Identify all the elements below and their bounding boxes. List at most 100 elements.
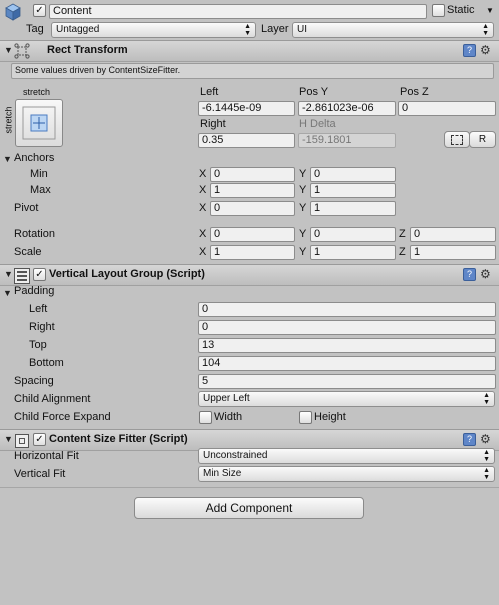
padding-right-label: Right xyxy=(29,321,55,333)
gameobject-header: ✓ Content Static ▼ Tag Untagged ▲ ▼ Layer… xyxy=(0,0,499,40)
gear-icon[interactable]: ⚙ xyxy=(480,43,491,57)
vertical-layout-enabled-checkbox[interactable]: ✓ xyxy=(33,268,46,281)
tag-dropdown-arrows-icon: ▲ ▼ xyxy=(244,23,251,37)
vertical-fit-dropdown[interactable]: Min Size ▲ ▼ xyxy=(198,466,495,482)
vertical-layout-title: Vertical Layout Group (Script) xyxy=(49,268,205,280)
posy-field[interactable]: -2.861023e-06 xyxy=(298,101,396,116)
scale-y-field[interactable]: 1 xyxy=(310,245,396,260)
gameobject-cube-icon xyxy=(4,3,22,21)
tag-label: Tag xyxy=(26,23,44,35)
layer-label: Layer xyxy=(261,23,289,35)
posz-field[interactable]: 0 xyxy=(398,101,496,116)
padding-left-label: Left xyxy=(29,303,48,315)
layer-dropdown[interactable]: UI ▲ ▼ xyxy=(292,22,494,38)
max-y-field[interactable]: 1 xyxy=(310,183,396,198)
hdelta-label: H Delta xyxy=(299,118,336,130)
padding-left-field[interactable]: 0 xyxy=(198,302,496,317)
rect-transform-foldout-icon[interactable]: ▼ xyxy=(4,45,13,55)
right-label: Right xyxy=(200,118,226,130)
content-size-fitter-icon xyxy=(15,434,29,448)
rotation-y-label: Y xyxy=(299,228,307,240)
content-size-fitter-enabled-checkbox[interactable]: ✓ xyxy=(33,433,46,446)
driven-values-note: Some values driven by ContentSizeFitter. xyxy=(11,63,494,79)
rect-transform-header[interactable]: ▼ Rect Transform ? ⚙ xyxy=(0,40,499,62)
rotation-y-field[interactable]: 0 xyxy=(310,227,396,242)
anchors-foldout-icon[interactable]: ▼ xyxy=(3,154,12,164)
padding-top-field[interactable]: 13 xyxy=(198,338,496,353)
tag-value: Untagged xyxy=(56,24,100,35)
rect-transform-icon xyxy=(14,43,30,59)
tag-dropdown[interactable]: Untagged ▲ ▼ xyxy=(51,22,256,38)
content-size-fitter-title: Content Size Fitter (Script) xyxy=(49,433,188,445)
child-alignment-arrows-icon: ▲ ▼ xyxy=(483,392,490,406)
horizontal-fit-value: Unconstrained xyxy=(203,450,268,461)
rotation-x-field[interactable]: 0 xyxy=(210,227,295,242)
scale-z-field[interactable]: 1 xyxy=(410,245,496,260)
scale-x-field[interactable]: 1 xyxy=(210,245,295,260)
force-expand-width-checkbox[interactable] xyxy=(199,411,212,424)
blueprint-mode-button[interactable] xyxy=(444,131,470,148)
add-component-button[interactable]: Add Component xyxy=(134,497,364,519)
posy-label: Pos Y xyxy=(299,86,329,98)
anchor-presets-button[interactable] xyxy=(15,99,63,147)
min-y-field[interactable]: 0 xyxy=(310,167,396,182)
padding-bottom-field[interactable]: 104 xyxy=(198,356,496,371)
max-x-field[interactable]: 1 xyxy=(210,183,295,198)
child-alignment-label: Child Alignment xyxy=(14,393,91,405)
vertical-fit-arrows-icon: ▲ ▼ xyxy=(483,467,490,481)
rotation-label: Rotation xyxy=(14,228,55,240)
padding-right-field[interactable]: 0 xyxy=(198,320,496,335)
force-expand-height-checkbox[interactable] xyxy=(299,411,312,424)
vertical-layout-header[interactable]: ▼ ✓ Vertical Layout Group (Script) ? ⚙ xyxy=(0,264,499,286)
driven-values-note-text: Some values driven by ContentSizeFitter. xyxy=(15,65,181,75)
help-icon[interactable]: ? xyxy=(463,433,476,446)
static-dropdown-arrow[interactable]: ▼ xyxy=(486,6,494,15)
left-label: Left xyxy=(200,86,219,98)
min-x-label: X xyxy=(199,168,207,180)
raw-edit-button[interactable]: R xyxy=(469,131,496,148)
padding-foldout-icon[interactable]: ▼ xyxy=(3,288,12,298)
force-expand-height-label: Height xyxy=(314,411,346,423)
vertical-layout-foldout-icon[interactable]: ▼ xyxy=(4,269,13,279)
pivot-label: Pivot xyxy=(14,202,39,214)
min-y-label: Y xyxy=(299,168,307,180)
posz-label: Pos Z xyxy=(400,86,429,98)
layer-value: UI xyxy=(297,24,307,35)
right-field[interactable]: 0.35 xyxy=(198,133,295,148)
help-icon[interactable]: ? xyxy=(463,44,476,57)
force-expand-width-label: Width xyxy=(214,411,243,423)
rotation-z-field[interactable]: 0 xyxy=(410,227,496,242)
left-field[interactable]: -6.1445e-09 xyxy=(198,101,295,116)
spacing-field[interactable]: 5 xyxy=(198,374,496,389)
static-checkbox[interactable] xyxy=(432,4,445,17)
anchor-preset-stretch-side-label: stretch xyxy=(3,106,14,134)
child-force-expand-label: Child Force Expand xyxy=(14,411,111,423)
active-checkbox[interactable]: ✓ xyxy=(33,4,46,17)
min-x-field[interactable]: 0 xyxy=(210,167,295,182)
rotation-x-label: X xyxy=(199,228,207,240)
max-y-label: Y xyxy=(299,184,307,196)
vertical-fit-label: Vertical Fit xyxy=(14,468,66,480)
horizontal-fit-arrows-icon: ▲ ▼ xyxy=(483,449,490,463)
help-icon[interactable]: ? xyxy=(463,268,476,281)
pivot-x-field[interactable]: 0 xyxy=(210,201,295,216)
scale-label: Scale xyxy=(14,246,42,258)
vertical-fit-value: Min Size xyxy=(203,468,242,479)
gear-icon[interactable]: ⚙ xyxy=(480,267,491,281)
child-alignment-value: Upper Left xyxy=(203,393,250,404)
padding-top-label: Top xyxy=(29,339,47,351)
gear-icon[interactable]: ⚙ xyxy=(480,432,491,446)
gameobject-name-field[interactable]: Content xyxy=(49,4,427,19)
pivot-y-field[interactable]: 1 xyxy=(310,201,396,216)
scale-y-label: Y xyxy=(299,246,307,258)
padding-bottom-label: Bottom xyxy=(29,357,64,369)
content-size-fitter-foldout-icon[interactable]: ▼ xyxy=(4,434,13,444)
layer-dropdown-arrows-icon: ▲ ▼ xyxy=(482,23,489,37)
child-alignment-dropdown[interactable]: Upper Left ▲ ▼ xyxy=(198,391,495,407)
anchor-stretch-icon xyxy=(22,106,56,140)
blueprint-icon xyxy=(451,135,463,145)
anchor-preset-stretch-top-label: stretch xyxy=(23,87,51,97)
horizontal-fit-dropdown[interactable]: Unconstrained ▲ ▼ xyxy=(198,448,495,464)
scale-z-label: Z xyxy=(399,246,406,258)
hdelta-field: -159.1801 xyxy=(298,133,396,148)
